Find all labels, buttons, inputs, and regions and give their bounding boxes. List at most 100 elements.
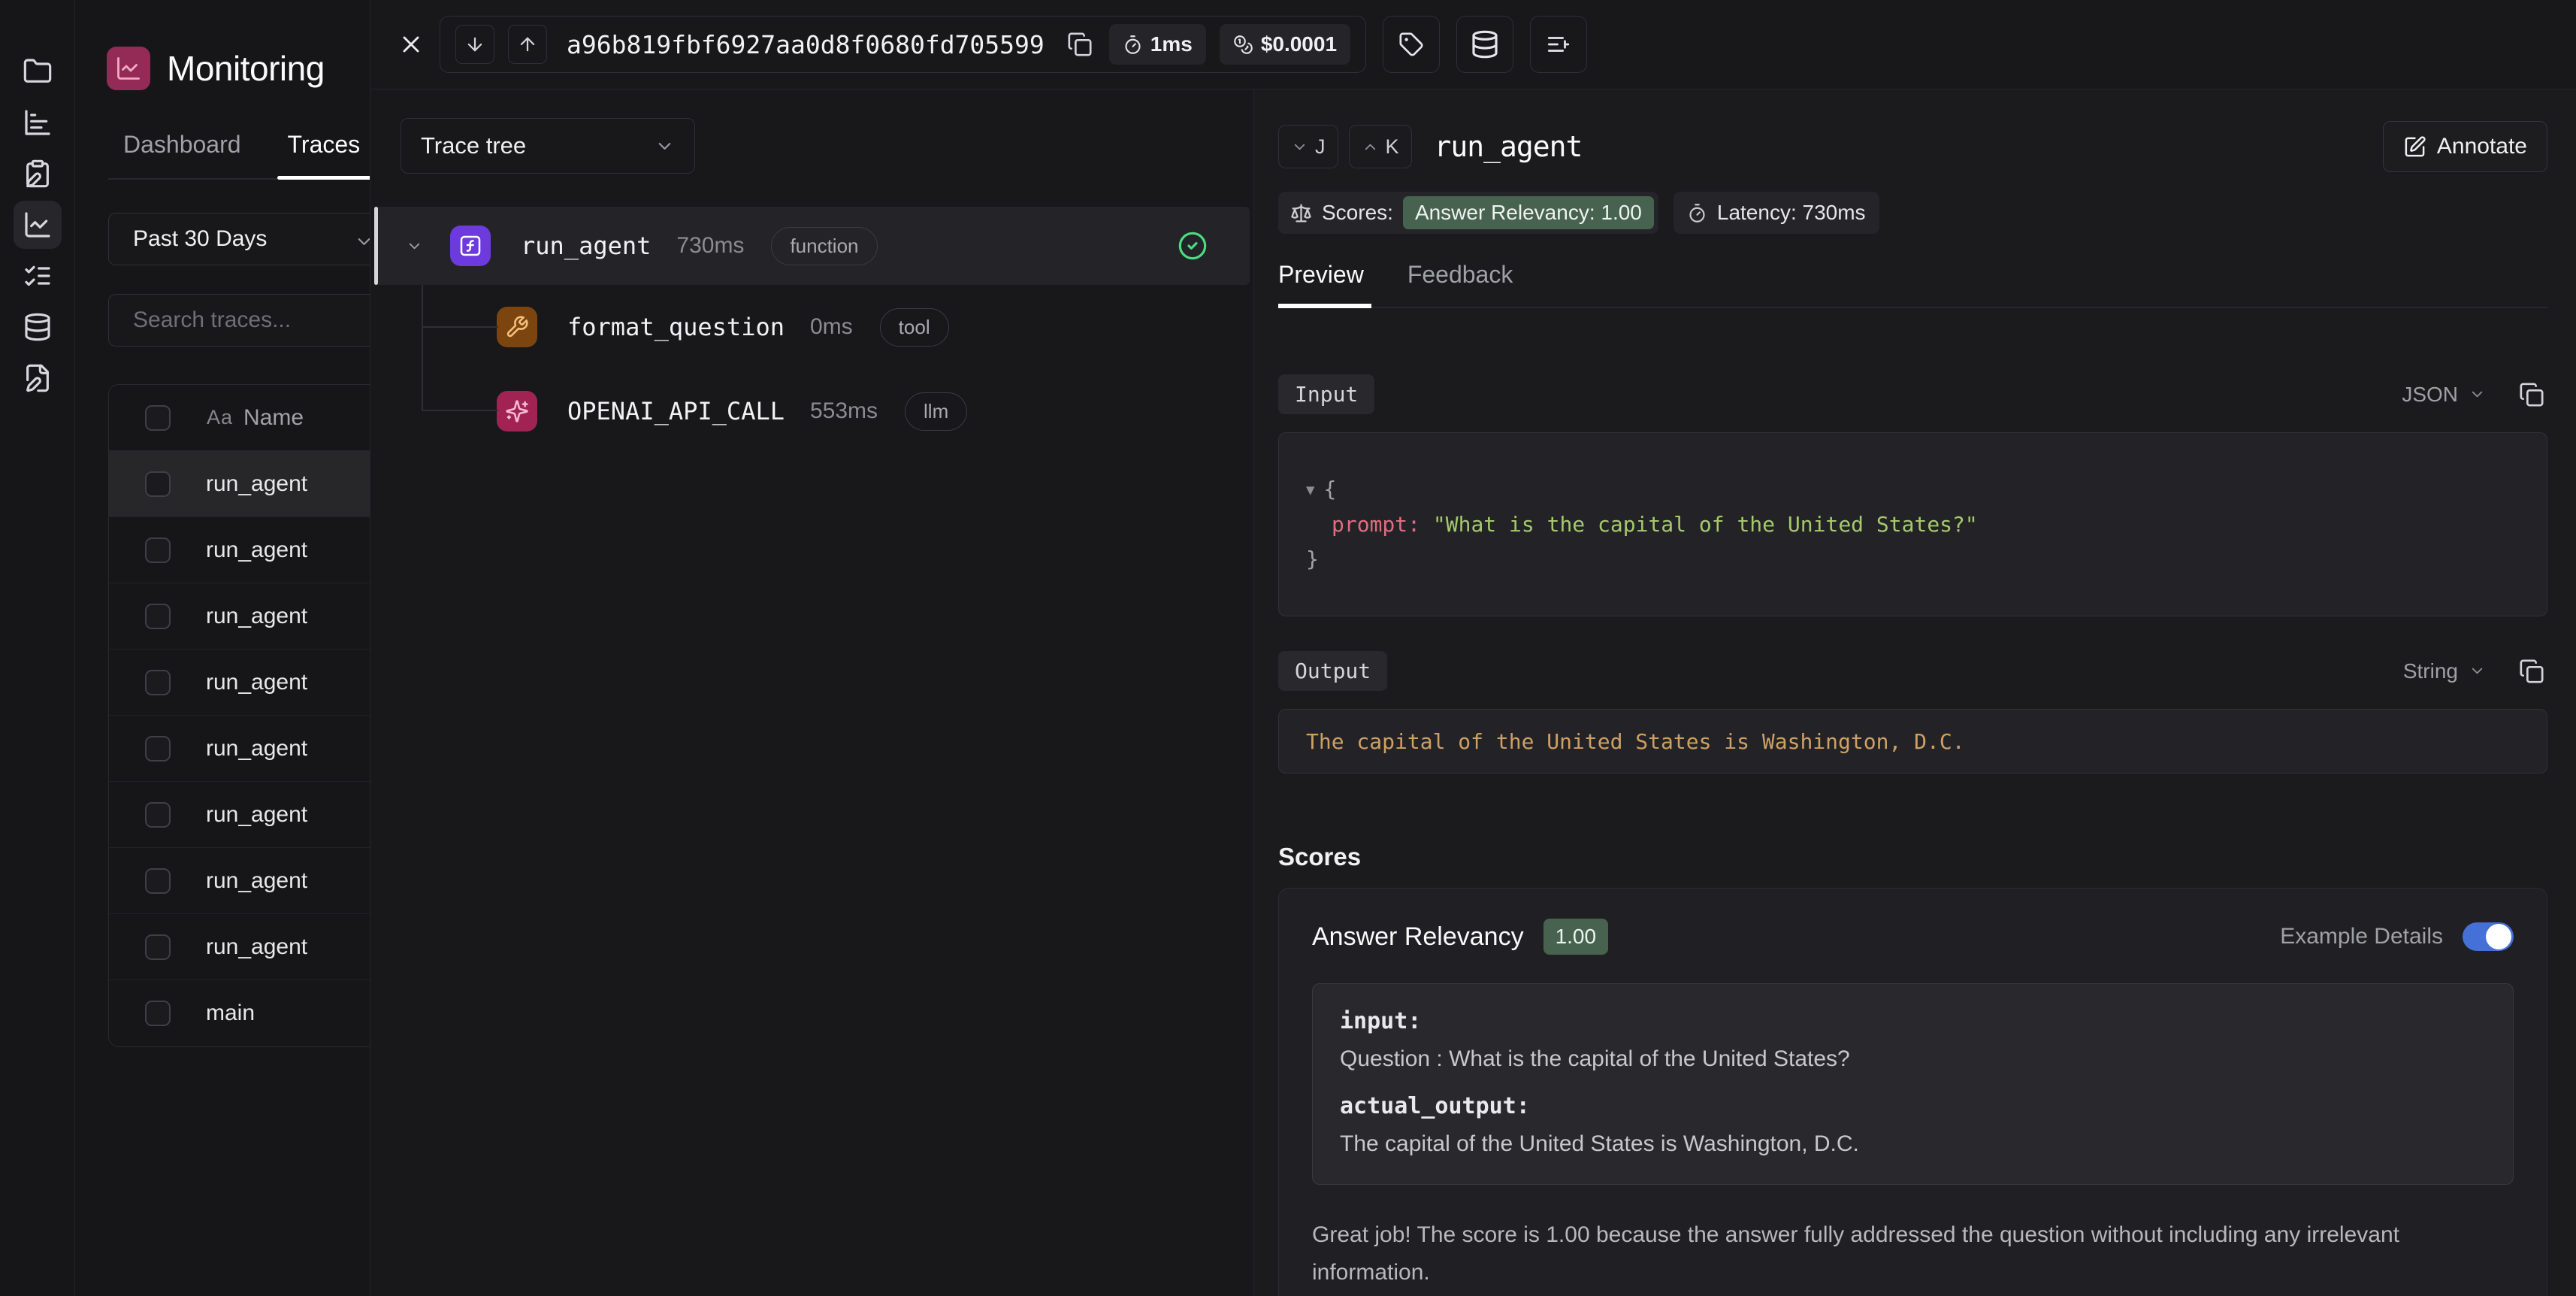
row-checkbox[interactable] [145,934,171,960]
tree-view-value: Trace tree [421,132,526,159]
collapse-chevron-icon[interactable] [406,238,423,255]
trace-name: run_agent [206,471,307,497]
tab-feedback[interactable]: Feedback [1407,261,1513,307]
chevron-down-icon [1291,138,1308,156]
row-checkbox[interactable] [145,868,171,894]
row-checkbox[interactable] [145,1001,171,1026]
pen-square-icon [2403,135,2426,159]
trace-name: main [206,1001,255,1026]
toggle-knob [2486,924,2511,949]
tab-preview[interactable]: Preview [1278,261,1364,307]
output-format-select[interactable]: String [2403,659,2458,683]
timer-icon [1123,35,1143,55]
tree-span-row[interactable]: format_question0mstool [370,285,1253,369]
tab-dashboard[interactable]: Dashboard [123,131,241,178]
chevron-down-icon [655,136,675,156]
example-input-label: input: [1340,1008,2486,1034]
metric-score-pill: 1.00 [1543,919,1609,955]
input-format-select[interactable]: JSON [2402,383,2458,407]
tree-view-select[interactable]: Trace tree [401,118,695,174]
chevron-down-icon[interactable] [2469,386,2486,403]
copy-icon [2519,659,2544,684]
input-json-block: ▼{ prompt: "What is the capital of the U… [1278,432,2547,616]
tree-children: format_question0mstoolOPENAI_API_CALL553… [370,285,1253,453]
next-span-shortcut-button[interactable]: J [1278,125,1338,168]
line-chart-icon [23,210,53,240]
chevron-down-icon[interactable] [2469,662,2486,680]
json-line: } [1306,542,2520,577]
json-line: ▼{ [1306,472,2520,507]
example-details-toggle[interactable] [2463,922,2514,951]
prev-trace-button[interactable] [508,25,547,64]
text-type-icon: Aa [207,406,233,429]
tree-span-row-root[interactable]: run_agent 730ms function [374,207,1250,285]
database-icon [1470,29,1500,59]
tree-guide-line [422,285,423,411]
shortcut-key: J [1315,135,1326,159]
copy-trace-id-button[interactable] [1064,29,1096,60]
search-traces-input[interactable] [133,307,381,333]
score-value-pill: Answer Relevancy: 1.00 [1403,196,1654,229]
folder-icon [23,56,53,86]
next-trace-button[interactable] [455,25,494,64]
row-checkbox[interactable] [145,736,171,762]
latency-value: Latency: 730ms [1717,201,1866,225]
score-card: Answer Relevancy 1.00 Example Details in… [1278,888,2547,1296]
trace-id: a96b819fbf6927aa0d8f0680fd705599 [567,30,1045,59]
llm-icon [497,391,537,431]
annotate-button[interactable]: Annotate [2383,121,2547,172]
function-icon [450,226,491,266]
trace-name: run_agent [206,802,307,828]
add-to-dataset-button[interactable] [1456,16,1513,73]
rail-item-folder[interactable] [23,56,53,86]
copy-icon [2519,382,2544,407]
metric-name: Answer Relevancy [1312,922,1524,952]
annotate-label: Annotate [2437,134,2527,159]
cost-value: $0.0001 [1261,32,1337,56]
arrow-up-icon [517,34,538,55]
tree-span-row[interactable]: OPENAI_API_CALL553msllm [370,369,1253,453]
close-button[interactable] [389,22,434,67]
checklist-icon [23,261,53,291]
example-details-label: Example Details [2280,924,2443,949]
trace-topbar: a96b819fbf6927aa0d8f0680fd705599 1ms $0.… [370,0,2576,89]
trace-name: run_agent [206,736,307,762]
copy-input-button[interactable] [2516,379,2547,410]
rail-item-bar-chart[interactable] [23,107,53,138]
output-text-block: The capital of the United States is Wash… [1278,709,2547,774]
rail-item-line-chart[interactable] [14,201,62,249]
latency-badge: Latency: 730ms [1673,192,1879,234]
select-all-checkbox[interactable] [145,405,171,431]
output-section-label: Output [1278,651,1387,691]
rail-item-database[interactable] [23,312,53,342]
prev-span-shortcut-button[interactable]: K [1349,125,1412,168]
collapse-caret-icon[interactable]: ▼ [1306,482,1314,498]
duration-value: 1ms [1150,32,1193,56]
span-title: run_agent [1435,130,1583,163]
span-name: run_agent [521,232,651,260]
arrow-down-icon [464,34,485,55]
row-checkbox[interactable] [145,670,171,695]
row-checkbox[interactable] [145,604,171,629]
selection-indicator [374,207,378,285]
add-to-queue-button[interactable] [1530,16,1587,73]
rail-item-file-pen[interactable] [23,363,53,393]
tags-button[interactable] [1383,16,1440,73]
row-checkbox[interactable] [145,471,171,497]
scale-icon [1290,202,1312,224]
span-type-badge: function [771,227,877,265]
row-checkbox[interactable] [145,537,171,563]
timer-icon [1687,203,1707,223]
rail-item-checklist[interactable] [23,261,53,291]
rail-item-clipboard-pen[interactable] [23,159,53,189]
tree-guide-line [422,326,498,328]
row-checkbox[interactable] [145,802,171,828]
tab-traces[interactable]: Traces [288,131,361,178]
project-title: Monitoring [167,48,325,89]
name-column-header: Name [243,405,304,431]
copy-output-button[interactable] [2516,656,2547,687]
clipboard-pen-icon [23,159,53,189]
list-plus-icon [1546,32,1571,57]
span-name: OPENAI_API_CALL [567,397,785,425]
trace-name: run_agent [206,670,307,695]
